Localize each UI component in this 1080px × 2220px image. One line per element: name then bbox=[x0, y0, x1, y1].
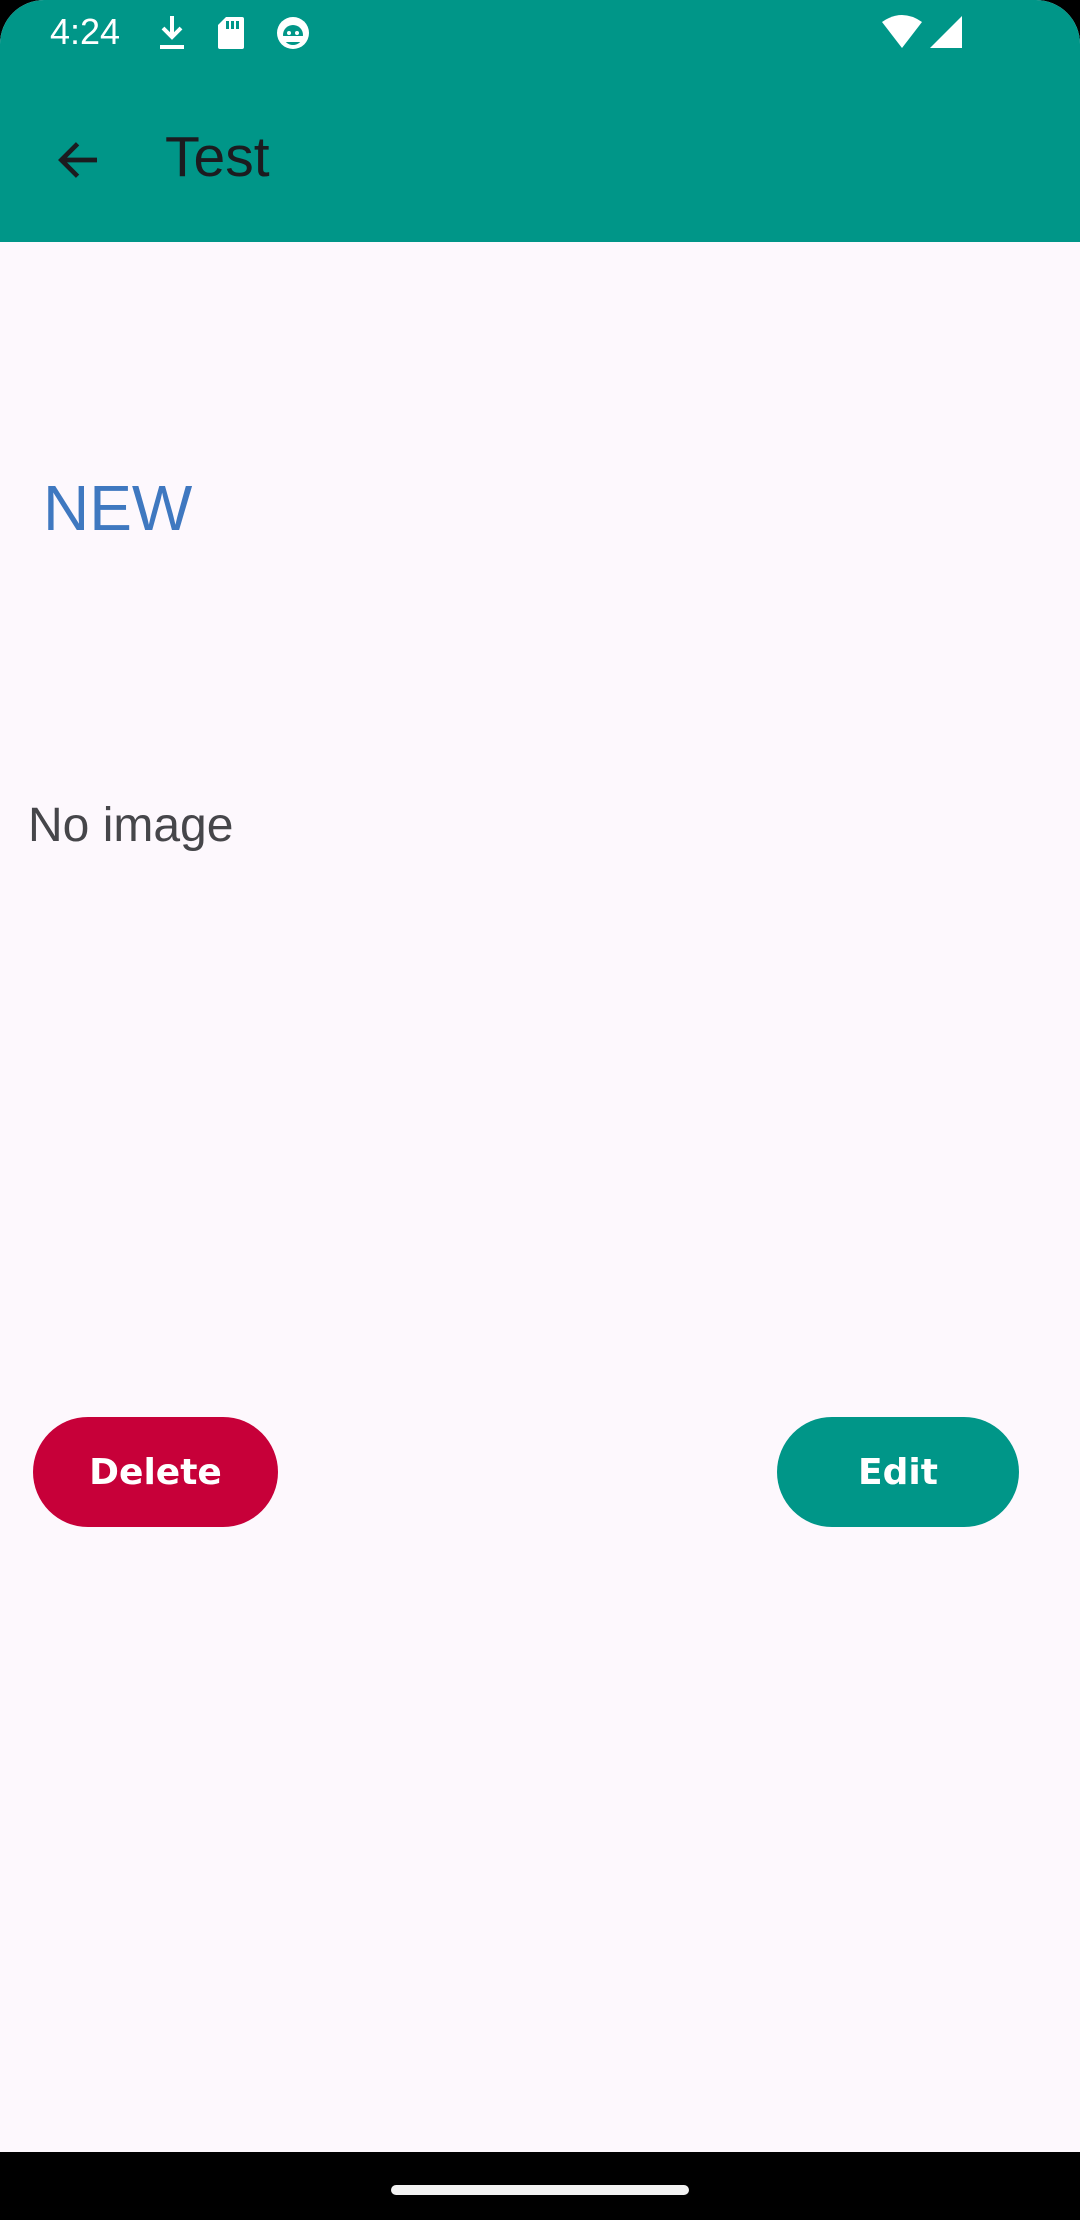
edit-button[interactable]: Edit bbox=[777, 1417, 1019, 1527]
wifi-icon bbox=[882, 15, 922, 48]
status-time: 4:24 bbox=[50, 11, 121, 52]
status-bar: 4:24 bbox=[0, 0, 1080, 64]
detail-content: NEW No image Delete Edit bbox=[0, 242, 1080, 2152]
app-bar: Test bbox=[0, 64, 1080, 242]
signal-icon bbox=[930, 16, 962, 48]
home-gesture-handle[interactable] bbox=[391, 2185, 689, 2195]
screen: 4:24 Test NEW No image Delete Edit bbox=[0, 0, 1080, 2220]
arrow-back-icon bbox=[58, 142, 98, 178]
back-button[interactable] bbox=[36, 118, 120, 202]
download-icon bbox=[160, 16, 184, 49]
navigation-bar bbox=[0, 2152, 1080, 2220]
delete-button[interactable]: Delete bbox=[33, 1417, 278, 1527]
status-label: NEW bbox=[43, 472, 193, 544]
sd-card-icon bbox=[218, 17, 244, 49]
android-debug-icon bbox=[277, 17, 309, 49]
page-title: Test bbox=[165, 125, 270, 189]
image-placeholder-text: No image bbox=[28, 799, 234, 852]
